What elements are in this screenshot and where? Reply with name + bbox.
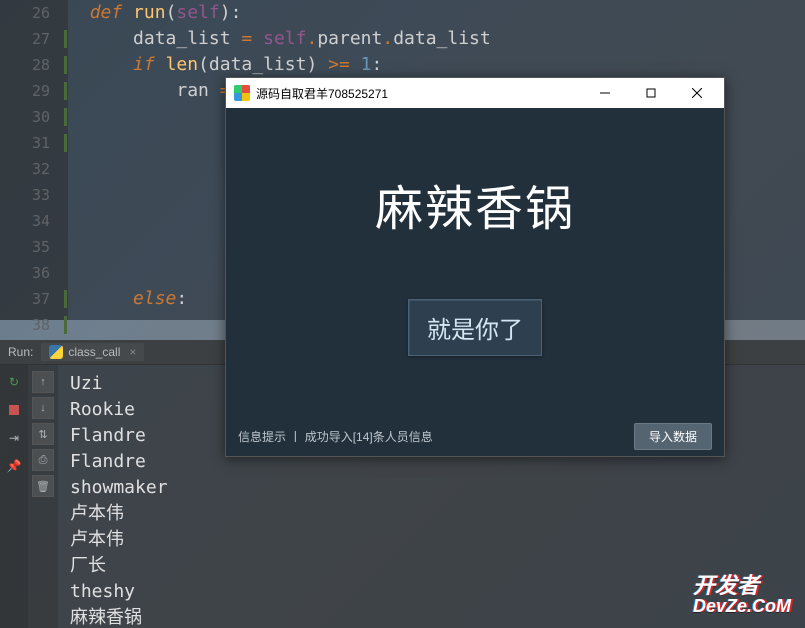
line-number: 31: [0, 130, 68, 156]
picker-dialog: 源码自取君羊708525271 麻辣香锅 就是你了 信息提示 丨 成功导入[14…: [225, 77, 725, 457]
layout-button[interactable]: ⇥: [3, 427, 25, 449]
line-number: 33: [0, 182, 68, 208]
print-button[interactable]: ⎙: [32, 449, 54, 471]
minimize-button[interactable]: [582, 78, 628, 108]
dialog-titlebar[interactable]: 源码自取君羊708525271: [226, 78, 724, 108]
code-line[interactable]: if len(data_list) >= 1:: [68, 52, 805, 78]
line-number: 36: [0, 260, 68, 286]
output-line: 厂长: [70, 553, 793, 579]
line-number: 38: [0, 312, 68, 338]
confirm-button[interactable]: 就是你了: [408, 299, 542, 356]
run-toolbar-primary: ↻ ⇥ 📌: [0, 365, 28, 628]
output-line: 麻辣香锅: [70, 605, 793, 628]
maximize-button[interactable]: [628, 78, 674, 108]
output-line: 卢本伟: [70, 501, 793, 527]
watermark-line1: 开发者: [693, 574, 791, 597]
delete-button[interactable]: 🗑: [32, 475, 54, 497]
run-tab-label: class_call: [68, 345, 120, 359]
dialog-title: 源码自取君羊708525271: [256, 85, 582, 102]
rerun-button[interactable]: ↻: [3, 371, 25, 393]
run-toolbar-secondary: ↑ ↓ ⇅ ⎙ 🗑: [28, 365, 58, 628]
pin-button[interactable]: 📌: [3, 455, 25, 477]
python-icon: [49, 345, 63, 359]
line-gutter: 2627282930313233343536373839: [0, 0, 68, 320]
code-line[interactable]: data_list = self.parent.data_list: [68, 26, 805, 52]
result-text: 麻辣香锅: [375, 169, 575, 239]
dialog-content: 麻辣香锅 就是你了: [226, 108, 724, 416]
line-number: 30: [0, 104, 68, 130]
scroll-down-button[interactable]: ↓: [32, 397, 54, 419]
code-line[interactable]: def run(self):: [68, 0, 805, 26]
watermark: 开发者 DevZe.CoM: [693, 574, 791, 616]
line-number: 27: [0, 26, 68, 52]
wrap-button[interactable]: ⇅: [32, 423, 54, 445]
run-tab[interactable]: class_call ×: [41, 343, 144, 361]
line-number: 34: [0, 208, 68, 234]
import-button[interactable]: 导入数据: [634, 423, 712, 450]
line-number: 26: [0, 0, 68, 26]
dialog-footer: 信息提示 丨 成功导入[14]条人员信息 导入数据: [226, 416, 724, 456]
watermark-line2: DevZe.CoM: [693, 597, 791, 616]
status-text: 信息提示 丨 成功导入[14]条人员信息: [238, 428, 626, 445]
output-line: showmaker: [70, 475, 793, 501]
scroll-up-button[interactable]: ↑: [32, 371, 54, 393]
line-number: 35: [0, 234, 68, 260]
line-number: 28: [0, 52, 68, 78]
stop-button[interactable]: [3, 399, 25, 421]
output-line: 卢本伟: [70, 527, 793, 553]
app-icon: [234, 85, 250, 101]
output-line: theshy: [70, 579, 793, 605]
line-number: 32: [0, 156, 68, 182]
line-number: 37: [0, 286, 68, 312]
close-button[interactable]: [674, 78, 720, 108]
line-number: 29: [0, 78, 68, 104]
run-label: Run:: [8, 345, 33, 359]
close-tab-icon[interactable]: ×: [129, 345, 136, 359]
